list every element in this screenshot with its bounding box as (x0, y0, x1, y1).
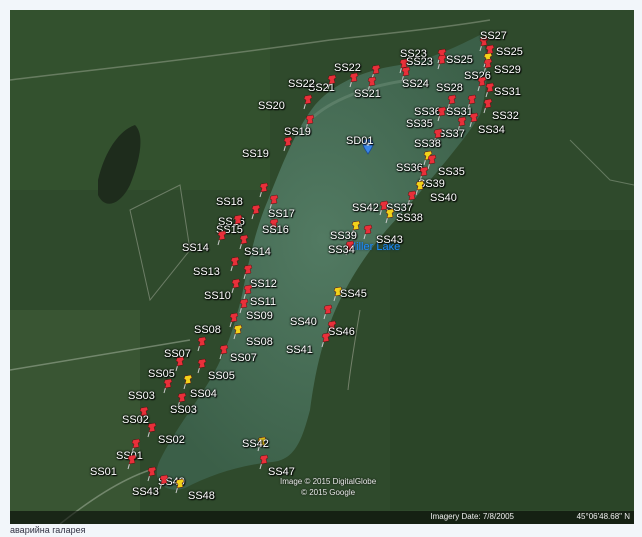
coordinate-readout: 45°06'48.68" N (576, 512, 630, 521)
marker-label: SS34 (478, 124, 505, 136)
marker-label: SS21 (354, 88, 381, 100)
pushpin-icon[interactable] (174, 478, 186, 494)
marker-label: SS07 (230, 352, 257, 364)
marker-label: SD01 (346, 135, 374, 147)
image-caption: аварийна галарея (10, 525, 86, 535)
marker-label: SS46 (328, 326, 355, 338)
pushpin-icon[interactable] (146, 466, 158, 482)
marker-label: SS10 (204, 290, 231, 302)
marker-label: SS04 (190, 388, 217, 400)
marker-label: SS25 (446, 54, 473, 66)
pushpin-icon[interactable] (158, 474, 170, 490)
pushpin-icon[interactable] (230, 278, 242, 294)
pushpin-icon[interactable] (326, 74, 338, 90)
marker-label: SS43 (376, 234, 403, 246)
marker-label: SS40 (290, 316, 317, 328)
marker-label: SS27 (480, 30, 507, 42)
marker-label: SS14 (244, 246, 271, 258)
pushpin-icon[interactable] (348, 72, 360, 88)
marker-label: SS42 (242, 438, 269, 450)
marker-label: SS22 (288, 78, 315, 90)
copyright-line-2: © 2015 Google (301, 488, 356, 497)
marker-label: SS45 (340, 288, 367, 300)
marker-label: SS24 (402, 78, 429, 90)
pushpin-icon[interactable] (174, 356, 186, 372)
marker-label: SS32 (492, 110, 519, 122)
pushpin-icon[interactable] (216, 230, 228, 246)
marker-label: SS38 (414, 138, 441, 150)
marker-label: SS48 (188, 490, 215, 502)
marker-label: SS19 (242, 148, 269, 160)
marker-label: SS09 (246, 310, 273, 322)
copyright-line-1: Image © 2015 DigitalGlobe (280, 477, 377, 486)
satellite-map[interactable]: Miller Lake SS27 SS25 SS29 SS26 SS23 SS25 SS22… (10, 10, 634, 524)
pushpin-icon[interactable] (320, 332, 332, 348)
marker-label: SS35 (438, 166, 465, 178)
marker-label: SS43 (132, 486, 159, 498)
marker-label: SS40 (430, 192, 457, 204)
marker-label: SS02 (158, 434, 185, 446)
marker-label: SS02 (122, 414, 149, 426)
pushpin-icon[interactable] (322, 304, 334, 320)
marker-label: SS31 (494, 86, 521, 98)
marker-label: SS42 (352, 202, 379, 214)
pushpin-icon[interactable] (384, 208, 396, 224)
marker-label: SS20 (258, 100, 285, 112)
marker-label: SS35 (406, 118, 433, 130)
pushpin-icon[interactable] (250, 204, 262, 220)
marker-label: SS16 (262, 224, 289, 236)
marker-label: SS18 (216, 196, 243, 208)
marker-label: SS03 (170, 404, 197, 416)
screenshot-frame: Miller Lake SS27 SS25 SS29 SS26 SS23 SS25 SS22… (0, 0, 642, 537)
marker-label: SS41 (286, 344, 313, 356)
marker-label: SS14 (182, 242, 209, 254)
marker-label: SS08 (246, 336, 273, 348)
marker-label: SS28 (436, 82, 463, 94)
marker-label: SS03 (128, 390, 155, 402)
marker-label: SS08 (194, 324, 221, 336)
pushpin-icon[interactable] (162, 378, 174, 394)
pushpin-icon[interactable] (302, 94, 314, 110)
marker-label: SS01 (90, 466, 117, 478)
pushpin-icon[interactable] (282, 136, 294, 152)
marker-label: SS25 (496, 46, 523, 58)
map-status-bar: Imagery Date: 7/8/2005 45°06'48.68" N (10, 511, 634, 524)
pushpin-icon[interactable] (362, 224, 374, 240)
imagery-date: Imagery Date: 7/8/2005 (430, 512, 514, 521)
copyright-notice: Image © 2015 DigitalGlobe © 2015 Google (280, 476, 376, 498)
pushpin-icon[interactable] (229, 256, 241, 272)
marker-label: SS29 (494, 64, 521, 76)
marker-label: SS38 (396, 212, 423, 224)
pushpin-icon[interactable] (436, 106, 448, 122)
marker-label: SS34 (328, 244, 355, 256)
marker-label: SS05 (208, 370, 235, 382)
marker-label: SS13 (193, 266, 220, 278)
pushpin-icon[interactable] (126, 454, 138, 470)
pushpin-icon[interactable] (146, 422, 158, 438)
marker-label: SS11 (250, 296, 277, 308)
pushpin-icon[interactable] (218, 344, 230, 360)
pushpin-icon[interactable] (196, 358, 208, 374)
marker-label: SS12 (250, 278, 277, 290)
pushpin-icon[interactable] (196, 336, 208, 352)
pushpin-icon[interactable] (232, 324, 244, 340)
